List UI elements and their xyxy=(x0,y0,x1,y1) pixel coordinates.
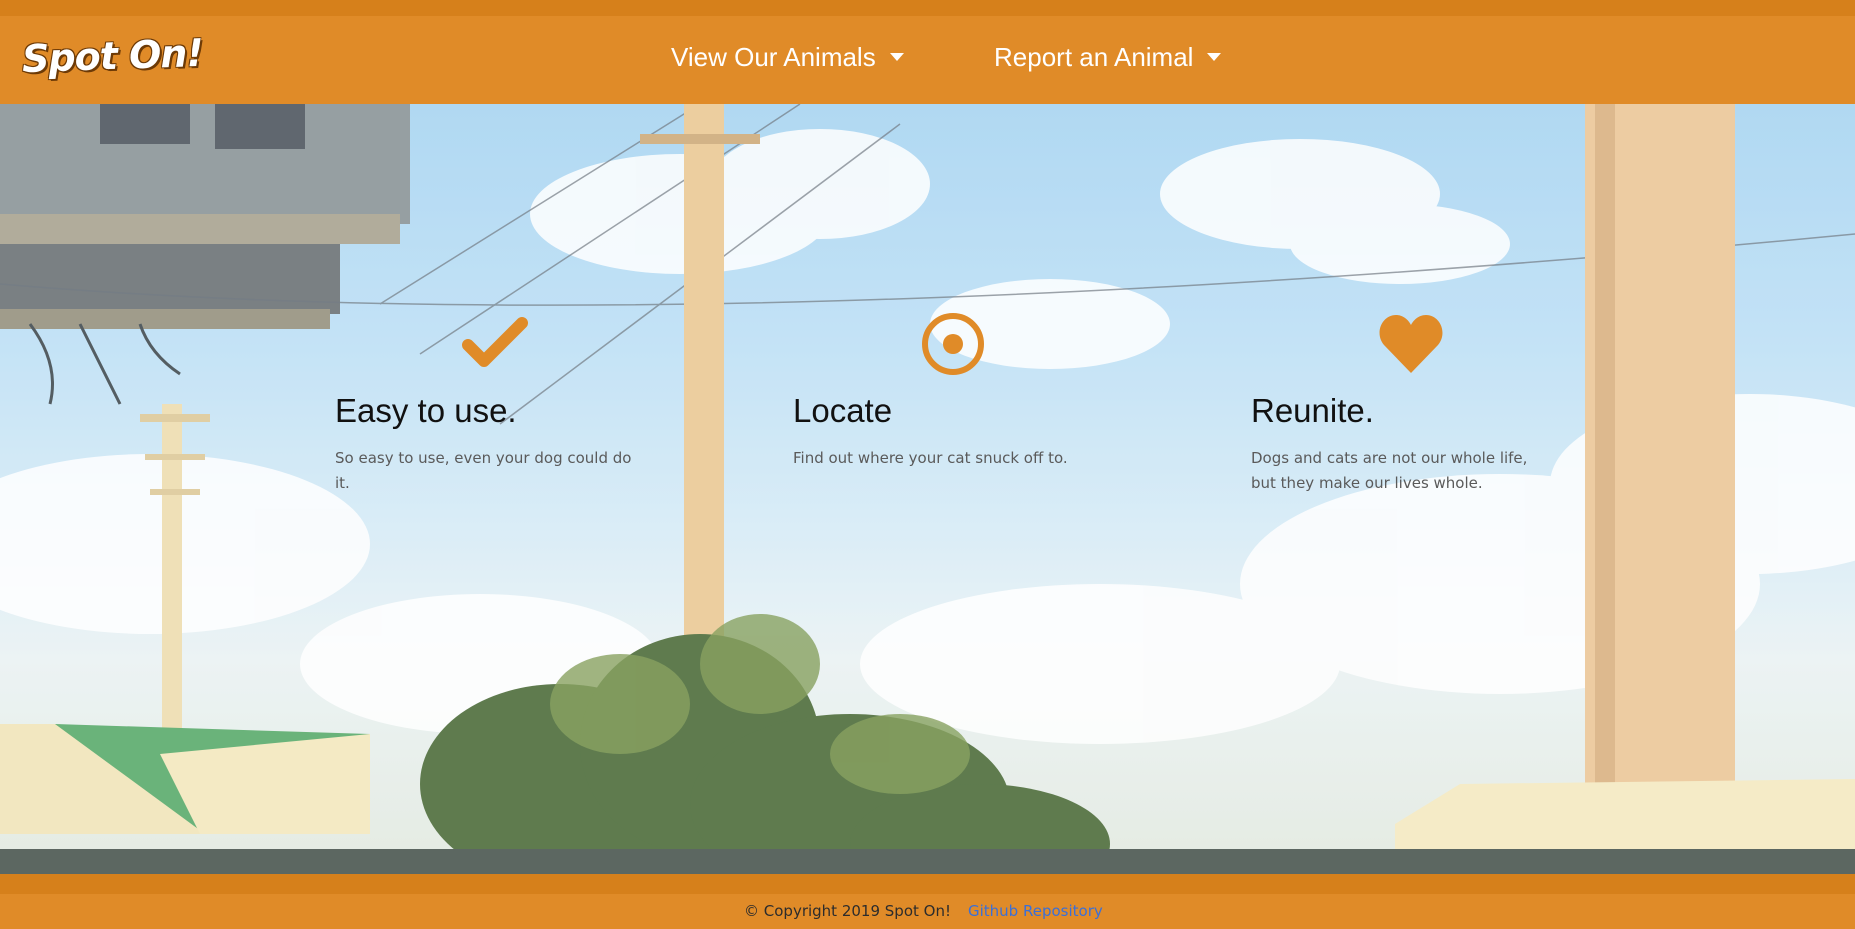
nav-item-label: View Our Animals xyxy=(671,41,876,72)
navbar: Spot On! View Our Animals Report an Anim… xyxy=(0,16,1855,104)
brand-logo[interactable]: Spot On! xyxy=(21,31,203,81)
caret-down-icon xyxy=(889,53,904,61)
footer-accent-strip xyxy=(0,874,1855,894)
feature-text: So easy to use, even your dog could do i… xyxy=(335,449,632,492)
checkmark-icon xyxy=(462,317,528,367)
footer: © Copyright 2019 Spot On! Github Reposit… xyxy=(0,894,1855,929)
copyright-text: © Copyright 2019 Spot On! xyxy=(744,902,951,920)
feature-text: Find out where your cat snuck off to. xyxy=(793,449,1068,467)
feature-text: Dogs and cats are not our whole life, bu… xyxy=(1251,449,1528,492)
feature-title: Locate xyxy=(793,392,893,429)
top-accent-strip xyxy=(0,0,1855,16)
hero-section: Easy to use. So easy to use, even your d… xyxy=(0,104,1855,874)
feature-title: Reunite. xyxy=(1251,392,1374,429)
nav-report-animal-dropdown[interactable]: Report an Animal xyxy=(994,38,1222,76)
feature-title: Easy to use. xyxy=(335,392,517,429)
hero-background-photo xyxy=(0,104,1855,874)
github-repository-link[interactable]: Github Repository xyxy=(968,902,1103,920)
nav-view-animals-dropdown[interactable]: View Our Animals xyxy=(671,38,904,76)
heart-icon xyxy=(1379,315,1443,373)
nav-item-label: Report an Animal xyxy=(994,41,1194,72)
target-icon xyxy=(922,313,984,375)
caret-down-icon xyxy=(1207,53,1222,61)
